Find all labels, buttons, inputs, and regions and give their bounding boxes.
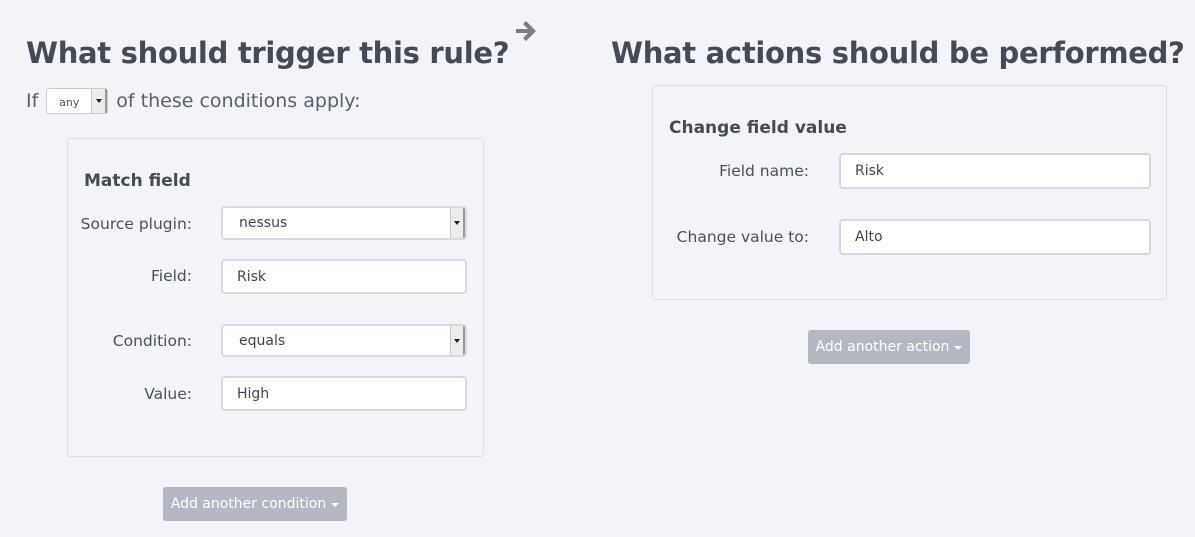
chevron-down-icon[interactable]: [91, 89, 108, 113]
condition-panel-title: Match field: [84, 171, 191, 191]
caret-down-icon: [954, 346, 963, 350]
source-plugin-select[interactable]: nessus: [221, 206, 467, 240]
condition-label: Condition:: [112, 332, 192, 350]
if-suffix: of these conditions apply:: [116, 90, 361, 112]
source-plugin-label: Source plugin:: [80, 215, 192, 233]
match-mode-row: If any of these conditions apply:: [26, 88, 361, 114]
add-condition-button[interactable]: Add another condition: [163, 487, 347, 521]
actions-title: What actions should be performed?: [611, 36, 1185, 70]
trigger-title: What should trigger this rule?: [26, 36, 510, 70]
source-plugin-value: nessus: [239, 215, 288, 231]
field-label: Field:: [151, 267, 192, 285]
change-value-input[interactable]: Alto: [839, 219, 1151, 255]
condition-value: equals: [239, 332, 286, 349]
caret-down-icon: [331, 503, 340, 507]
action-panel: Change field value Field name: Risk Chan…: [652, 85, 1167, 300]
field-input[interactable]: Risk: [221, 259, 467, 294]
add-action-button[interactable]: Add another action: [808, 330, 970, 364]
value-input[interactable]: High: [221, 376, 467, 411]
value-label: Value:: [144, 385, 192, 403]
chevron-down-icon[interactable]: [450, 326, 465, 355]
chevron-down-icon[interactable]: [450, 208, 465, 238]
condition-panel: Match field Source plugin: nessus Field:…: [67, 138, 484, 457]
match-mode-select[interactable]: any: [46, 88, 109, 114]
match-mode-value: any: [59, 96, 80, 109]
change-value-label: Change value to:: [676, 228, 809, 246]
field-name-input[interactable]: Risk: [839, 153, 1151, 189]
add-condition-label: Add another condition: [170, 496, 327, 512]
if-prefix: If: [26, 90, 39, 112]
arrow-right-icon: [516, 21, 536, 41]
field-name-label: Field name:: [719, 162, 809, 180]
condition-select[interactable]: equals: [221, 324, 467, 357]
action-panel-title: Change field value: [669, 118, 847, 138]
add-action-label: Add another action: [815, 339, 950, 355]
